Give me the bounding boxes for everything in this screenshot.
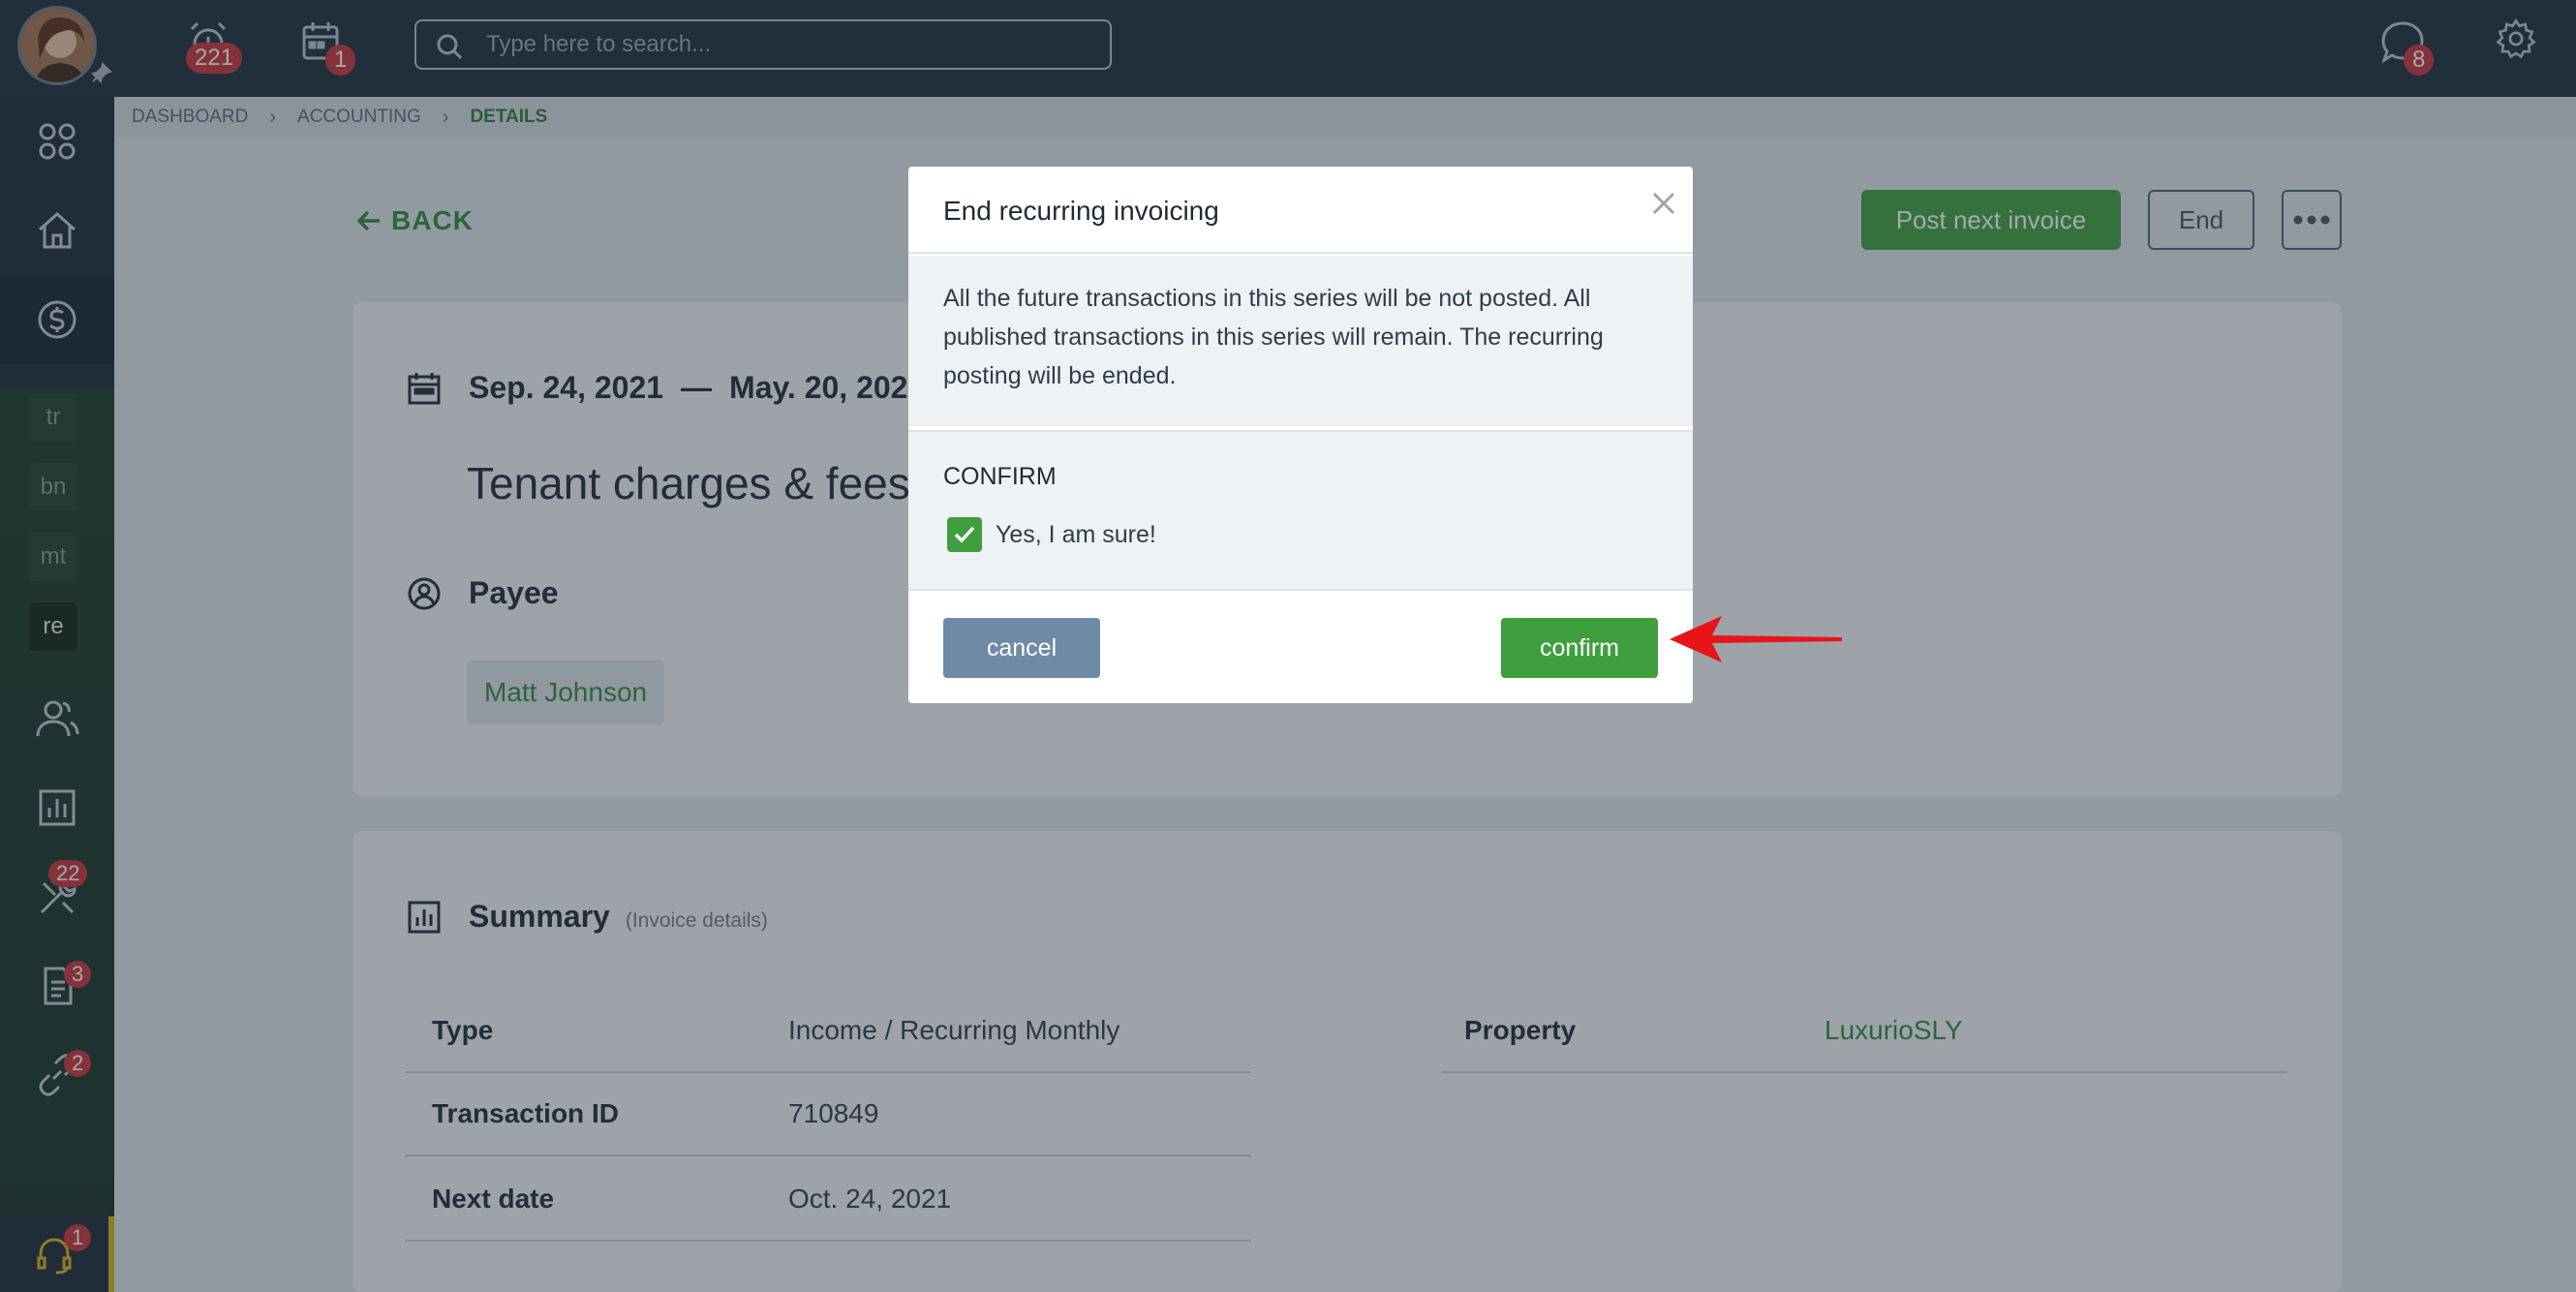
confirm-checkbox[interactable]	[947, 517, 982, 552]
confirm-checkbox-label[interactable]: Yes, I am sure!	[996, 521, 1156, 549]
annotation-arrow-icon	[1668, 612, 1844, 666]
dialog-header: End recurring invoicing	[908, 167, 1693, 254]
checkmark-icon	[954, 526, 975, 543]
end-recurring-dialog: End recurring invoicing All the future t…	[908, 167, 1693, 703]
cancel-button[interactable]: cancel	[943, 618, 1100, 678]
dialog-footer: cancel confirm	[908, 589, 1693, 703]
dialog-message: All the future transactions in this seri…	[943, 285, 1604, 389]
close-icon[interactable]	[1646, 186, 1681, 221]
dialog-title: End recurring invoicing	[943, 196, 1219, 226]
dialog-message-section: All the future transactions in this seri…	[908, 256, 1693, 426]
dialog-confirm-section: CONFIRM Yes, I am sure!	[908, 430, 1693, 589]
confirm-button[interactable]: confirm	[1501, 618, 1658, 678]
confirm-heading: CONFIRM	[943, 463, 1057, 490]
